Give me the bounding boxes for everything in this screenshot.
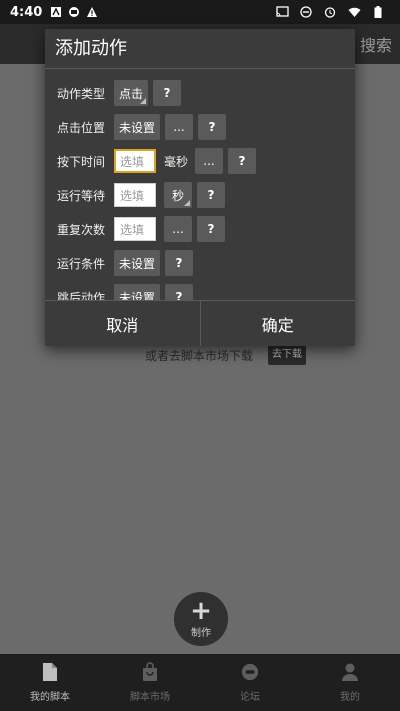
cast-icon	[276, 6, 289, 18]
nav-label: 我的	[340, 692, 360, 703]
alarm-icon	[324, 6, 336, 18]
document-icon	[43, 663, 57, 681]
warning-icon	[86, 6, 98, 18]
repeat-count-input[interactable]: 选填	[114, 217, 156, 241]
action-type-label: 动作类型	[57, 86, 106, 101]
create-label: 制作	[191, 627, 211, 639]
run-condition-value[interactable]: 未设置	[114, 250, 160, 276]
click-position-help-button[interactable]: ?	[198, 114, 226, 140]
run-wait-input[interactable]: 选填	[114, 183, 156, 207]
action-type-help-button[interactable]: ?	[153, 80, 181, 106]
action-type-select[interactable]: 点击	[114, 80, 148, 106]
battery-icon	[372, 6, 384, 18]
click-position-row: 点击位置 未设置 ... ?	[57, 113, 226, 141]
run-wait-row: 运行等待 选填 秒 ?	[57, 181, 225, 209]
click-position-value[interactable]: 未设置	[114, 114, 160, 140]
nav-label: 论坛	[240, 692, 260, 703]
action-type-row: 动作类型 点击 ?	[57, 79, 181, 107]
repeat-count-help-button[interactable]: ?	[197, 216, 225, 242]
press-time-more-button[interactable]: ...	[195, 148, 224, 174]
dialog-actions: 取消 确定	[45, 300, 355, 346]
dialog-body[interactable]: 动作类型 点击 ? 点击位置 未设置 ... ? 按下时间 选填 毫秒 ... …	[45, 70, 355, 300]
press-time-unit: 毫秒	[164, 154, 189, 169]
download-button[interactable]: 去下载	[268, 345, 306, 365]
partial-row-help-button[interactable]: ?	[165, 284, 193, 300]
press-time-row: 按下时间 选填 毫秒 ... ?	[57, 147, 257, 175]
bottom-nav: 我的脚本 脚本市场 论坛 我的	[0, 654, 400, 711]
run-condition-label: 运行条件	[57, 256, 106, 271]
run-wait-help-button[interactable]: ?	[197, 182, 225, 208]
nav-label: 脚本市场	[130, 692, 170, 703]
repeat-count-label: 重复次数	[57, 222, 106, 237]
status-bar: 4:40	[0, 0, 400, 24]
create-script-button[interactable]: + 制作	[174, 592, 228, 646]
forum-icon	[241, 663, 259, 681]
confirm-button[interactable]: 确定	[199, 301, 356, 346]
do-not-disturb-icon	[300, 6, 312, 18]
click-position-label: 点击位置	[57, 120, 106, 135]
nav-item-script-market[interactable]: 脚本市场	[100, 654, 200, 711]
click-position-more-button[interactable]: ...	[165, 114, 193, 140]
wifi-icon	[348, 6, 361, 18]
run-condition-help-button[interactable]: ?	[165, 250, 193, 276]
plus-icon: +	[190, 595, 212, 626]
run-wait-label: 运行等待	[57, 188, 106, 203]
repeat-count-more-button[interactable]: ...	[164, 216, 192, 242]
market-hint-text: 或者去脚本市场下载	[145, 349, 254, 363]
repeat-count-row: 重复次数 选填 ... ?	[57, 215, 225, 243]
partial-row-label: 跳后动作	[57, 290, 106, 301]
nav-item-my-scripts[interactable]: 我的脚本	[0, 654, 100, 711]
nav-item-me[interactable]: 我的	[300, 654, 400, 711]
person-icon	[342, 663, 358, 681]
press-time-label: 按下时间	[57, 154, 106, 169]
robot-icon	[68, 6, 80, 18]
partial-row: 跳后动作 未设置 ?	[57, 283, 193, 300]
dialog-title: 添加动作	[45, 29, 355, 69]
nav-item-forum[interactable]: 论坛	[200, 654, 300, 711]
nav-label: 我的脚本	[30, 692, 70, 703]
notification-a-icon	[50, 6, 62, 18]
partial-row-value[interactable]: 未设置	[114, 284, 160, 300]
run-wait-unit-select[interactable]: 秒	[164, 182, 192, 208]
press-time-input[interactable]: 选填	[114, 149, 156, 173]
search-button[interactable]: 搜索	[360, 32, 392, 56]
add-action-dialog: 添加动作 动作类型 点击 ? 点击位置 未设置 ... ? 按下时间 选填 毫秒…	[45, 29, 355, 346]
run-condition-row: 运行条件 未设置 ?	[57, 249, 193, 277]
status-time: 4:40	[10, 4, 43, 20]
shopping-bag-icon	[143, 662, 157, 681]
cancel-button[interactable]: 取消	[45, 301, 200, 346]
press-time-help-button[interactable]: ?	[228, 148, 257, 174]
